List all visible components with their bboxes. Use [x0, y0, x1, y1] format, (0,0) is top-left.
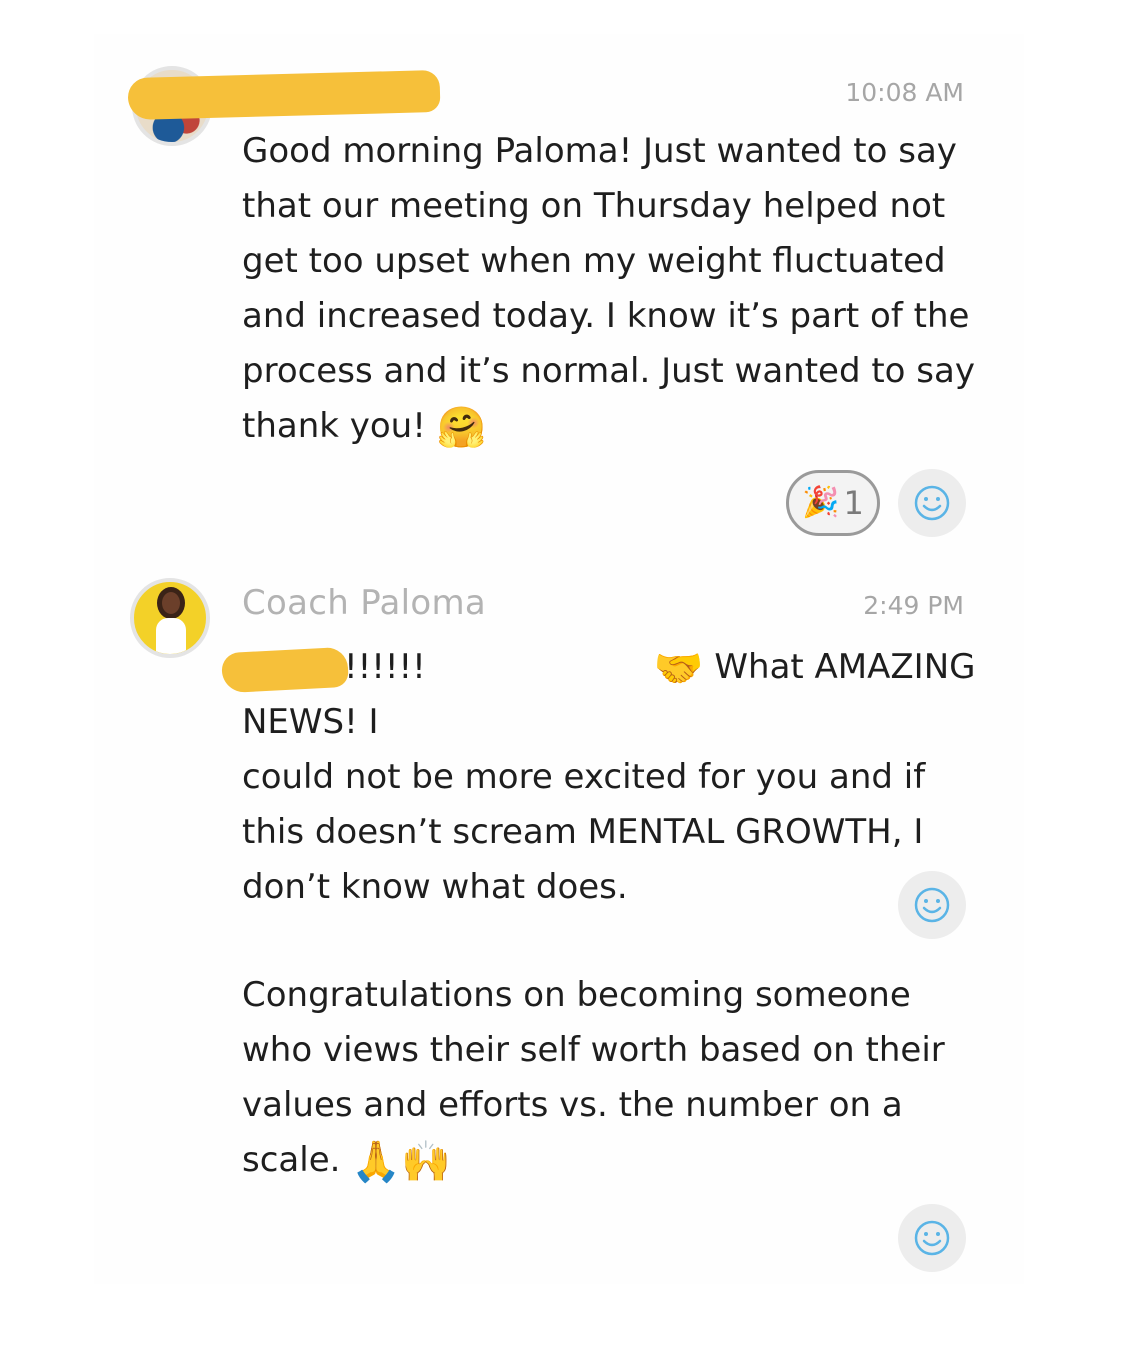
message-timestamp: 10:08 AM	[845, 78, 964, 107]
message-body: !!!!!! 🤝 What AMAZING NEWS! I could not b…	[242, 640, 982, 915]
redacted-name	[221, 646, 349, 694]
hugging-face-emoji: 🤗	[436, 404, 487, 451]
add-reaction-button[interactable]	[898, 871, 966, 939]
message-text: Good morning Paloma! Just wanted to say …	[242, 131, 975, 446]
add-reaction-button[interactable]	[898, 469, 966, 537]
smiley-icon	[914, 1220, 950, 1256]
message-timestamp: 2:49 PM	[863, 591, 964, 620]
reaction-count: 1	[843, 484, 864, 522]
message-intro: !!!!!!	[344, 647, 426, 687]
party-popper-icon: 🎉	[802, 485, 840, 520]
message-body: Congratulations on becoming someone who …	[242, 968, 982, 1188]
sender-name: Coach Paloma	[242, 583, 487, 623]
smiley-icon	[914, 485, 950, 521]
redacted-name	[127, 69, 441, 121]
reaction-party-popper[interactable]: 🎉 1	[786, 470, 880, 536]
add-reaction-button[interactable]	[898, 1204, 966, 1272]
message-body: Good morning Paloma! Just wanted to say …	[242, 124, 982, 454]
smiley-icon	[914, 887, 950, 923]
coach-avatar[interactable]	[130, 578, 210, 658]
pray-raised-hands-emoji: 🙏🙌	[351, 1138, 451, 1185]
handshake-emoji: 🤝	[653, 645, 704, 692]
message-text: Congratulations on becoming someone who …	[242, 975, 945, 1180]
